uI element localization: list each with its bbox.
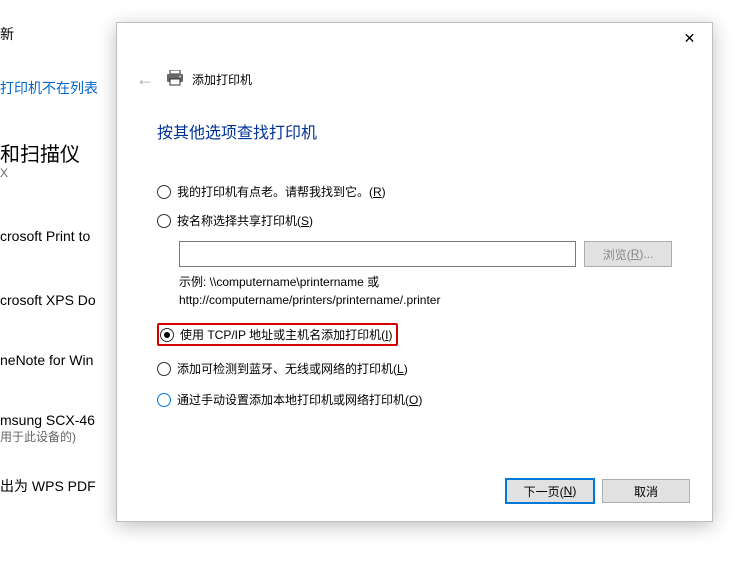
radio-icon bbox=[157, 393, 171, 407]
list-item[interactable]: msung SCX-46 bbox=[0, 412, 95, 428]
options-group: 我的打印机有点老。请帮我找到它。(R) 按名称选择共享打印机(S) 浏览(R).… bbox=[157, 183, 672, 420]
radio-label: 按名称选择共享打印机(S) bbox=[177, 212, 313, 229]
dialog-title: 添加打印机 bbox=[192, 71, 252, 88]
radio-icon bbox=[157, 214, 171, 228]
printer-not-in-list-link[interactable]: 打印机不在列表 bbox=[0, 78, 98, 98]
example-text: 示例: \\computername\printername 或 http://… bbox=[179, 273, 672, 309]
radio-label: 我的打印机有点老。请帮我找到它。(R) bbox=[177, 183, 386, 200]
dialog-footer: 下一页(N) 取消 bbox=[506, 479, 690, 503]
cancel-button[interactable]: 取消 bbox=[602, 479, 690, 503]
shared-printer-name-input[interactable] bbox=[179, 241, 576, 267]
radio-icon bbox=[157, 185, 171, 199]
list-item[interactable]: neNote for Win bbox=[0, 352, 93, 368]
radio-icon bbox=[157, 362, 171, 376]
printer-icon bbox=[166, 70, 184, 89]
radio-option-tcpip[interactable]: 使用 TCP/IP 地址或主机名添加打印机(I) bbox=[157, 323, 672, 346]
printers-section-heading: 和扫描仪 bbox=[0, 138, 80, 167]
list-item[interactable]: 出为 WPS PDF bbox=[0, 476, 96, 496]
radio-icon bbox=[160, 328, 174, 342]
dialog-header: ← 添加打印机 bbox=[132, 67, 697, 92]
radio-label: 添加可检测到蓝牙、无线或网络的打印机(L) bbox=[177, 360, 408, 377]
radio-label: 通过手动设置添加本地打印机或网络打印机(O) bbox=[177, 391, 422, 408]
add-printer-dialog: ✕ ← 添加打印机 按其他选项查找打印机 我的打印机有点老。请帮我找到它。(R) bbox=[116, 22, 713, 522]
list-item-sub: 用于此设备的) bbox=[0, 428, 95, 445]
list-item[interactable]: crosoft XPS Do bbox=[0, 292, 96, 308]
radio-option-shared-by-name[interactable]: 按名称选择共享打印机(S) bbox=[157, 212, 672, 229]
list-item[interactable]: crosoft Print to bbox=[0, 228, 90, 244]
close-icon: ✕ bbox=[684, 30, 696, 47]
shared-printer-input-row: 浏览(R)... bbox=[179, 241, 672, 267]
radio-option-manual[interactable]: 通过手动设置添加本地打印机或网络打印机(O) bbox=[157, 391, 672, 408]
printers-section-sub: X bbox=[0, 166, 8, 180]
dialog-heading: 按其他选项查找打印机 bbox=[157, 119, 317, 143]
bg-refresh: 新 bbox=[0, 24, 14, 44]
browse-button: 浏览(R)... bbox=[584, 241, 672, 267]
radio-option-bluetooth-wireless[interactable]: 添加可检测到蓝牙、无线或网络的打印机(L) bbox=[157, 360, 672, 377]
highlight-annotation: 使用 TCP/IP 地址或主机名添加打印机(I) bbox=[157, 323, 398, 346]
close-button[interactable]: ✕ bbox=[667, 23, 712, 53]
back-button[interactable]: ← bbox=[132, 67, 158, 92]
radio-option-old-printer[interactable]: 我的打印机有点老。请帮我找到它。(R) bbox=[157, 183, 672, 200]
next-button[interactable]: 下一页(N) bbox=[506, 479, 594, 503]
radio-label: 使用 TCP/IP 地址或主机名添加打印机(I) bbox=[180, 326, 392, 343]
